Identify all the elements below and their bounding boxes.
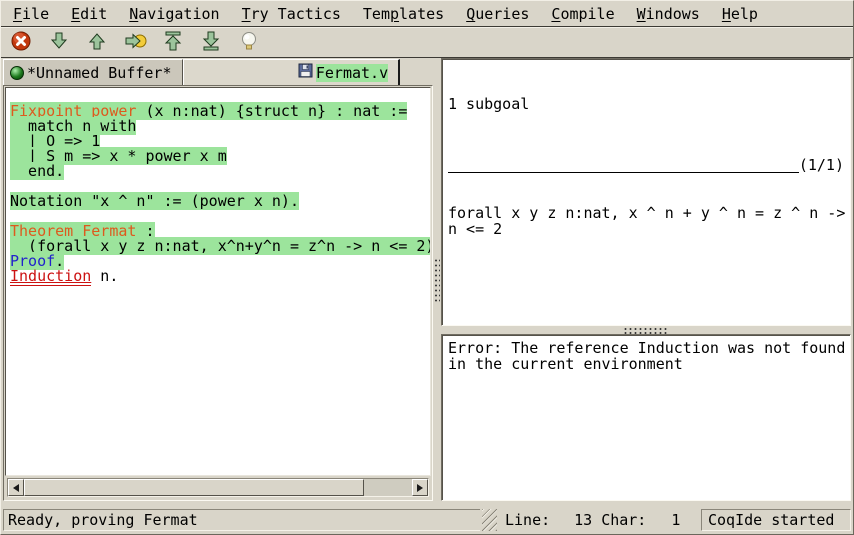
menu-navigation[interactable]: Navigation bbox=[121, 3, 227, 25]
left-arrow-icon bbox=[13, 484, 19, 492]
tab-unnamed-buffer[interactable]: *Unnamed Buffer* bbox=[3, 59, 183, 85]
code-line: | S m => x * power x m bbox=[10, 149, 427, 164]
right-arrow-icon bbox=[417, 484, 423, 492]
step-backward-button[interactable] bbox=[85, 31, 109, 55]
splitter-grip-icon bbox=[434, 258, 440, 302]
menu-compile[interactable]: Compile bbox=[543, 3, 622, 25]
horizontal-splitter[interactable] bbox=[441, 326, 851, 334]
menu-queries[interactable]: Queries bbox=[458, 3, 537, 25]
run-to-start-button[interactable] bbox=[161, 31, 185, 55]
status-bar: Ready, proving Fermat Line: 13 Char: 1 C… bbox=[1, 505, 853, 534]
message-line: Error: The reference Induction was not f… bbox=[448, 340, 844, 356]
buffer-tab-bar: *Unnamed Buffer* Fermat.v bbox=[3, 58, 433, 85]
splitter-grip-icon bbox=[623, 327, 669, 334]
unsaved-sphere-icon bbox=[10, 66, 24, 80]
line-label: Line: bbox=[505, 511, 550, 529]
interrupt-button[interactable] bbox=[9, 31, 33, 55]
proof-pane: 1 subgoal (1/1) forall x y z n:nat, x ^ … bbox=[441, 58, 851, 501]
step-backward-icon bbox=[86, 30, 108, 55]
scroll-left-button[interactable] bbox=[8, 479, 24, 496]
run-to-cursor-button[interactable] bbox=[123, 31, 147, 55]
editor-frame: Fixpoint power (x n:nat) {struct n} : na… bbox=[3, 85, 433, 501]
goal-panel[interactable]: 1 subgoal (1/1) forall x y z n:nat, x ^ … bbox=[441, 58, 851, 326]
resize-grip-icon[interactable] bbox=[482, 509, 497, 531]
menu-bar: File Edit Navigation Try Tactics Templates Qu… bbox=[1, 1, 853, 27]
message-line: in the current environment bbox=[448, 356, 844, 372]
run-to-cursor-icon bbox=[124, 30, 147, 55]
goal-line: n <= 2 bbox=[448, 221, 844, 237]
code-line: Induction n. bbox=[10, 269, 427, 284]
tab-fermat[interactable]: Fermat.v bbox=[183, 59, 401, 85]
main-area: *Unnamed Buffer* Fermat.v Fixpoi bbox=[1, 58, 853, 505]
goal-line: forall x y z n:nat, x ^ n + y ^ n = z ^ … bbox=[448, 205, 844, 221]
char-value: 1 bbox=[646, 511, 680, 529]
coqide-window: File Edit Navigation Try Tactics Templates Qu… bbox=[0, 0, 854, 535]
scroll-right-button[interactable] bbox=[412, 479, 428, 496]
subgoal-count: 1 subgoal bbox=[448, 96, 844, 112]
horizontal-scrollbar[interactable] bbox=[7, 478, 429, 497]
script-pane: *Unnamed Buffer* Fermat.v Fixpoi bbox=[3, 58, 433, 501]
scrollbar-thumb[interactable] bbox=[24, 479, 364, 496]
menu-file[interactable]: File bbox=[5, 3, 57, 25]
menu-templates[interactable]: Templates bbox=[355, 3, 452, 25]
vertical-splitter[interactable] bbox=[433, 58, 441, 501]
goal-divider-line bbox=[448, 159, 799, 173]
tab-unnamed-buffer-label: *Unnamed Buffer* bbox=[27, 64, 172, 82]
status-message: Ready, proving Fermat bbox=[3, 509, 480, 531]
goal-statement: forall x y z n:nat, x ^ n + y ^ n = z ^ … bbox=[448, 205, 844, 237]
coqide-status: CoqIde started bbox=[701, 509, 851, 531]
menu-edit[interactable]: Edit bbox=[63, 3, 115, 25]
messages-panel[interactable]: Error: The reference Induction was not f… bbox=[441, 334, 851, 501]
menu-help[interactable]: Help bbox=[714, 3, 766, 25]
interrupt-icon bbox=[10, 30, 32, 55]
code-line: Notation "x ^ n" := (power x n). bbox=[10, 194, 427, 209]
step-forward-icon bbox=[48, 30, 70, 55]
script-editor[interactable]: Fixpoint power (x n:nat) {struct n} : na… bbox=[5, 87, 431, 476]
char-label: Char: bbox=[601, 511, 646, 529]
tab-fermat-label: Fermat.v bbox=[316, 64, 388, 82]
cursor-position: Line: 13 Char: 1 bbox=[499, 509, 699, 531]
goal-divider: (1/1) bbox=[448, 157, 844, 173]
step-forward-button[interactable] bbox=[47, 31, 71, 55]
menu-windows[interactable]: Windows bbox=[629, 3, 708, 25]
goal-counter: (1/1) bbox=[799, 157, 844, 173]
line-value: 13 bbox=[550, 511, 592, 529]
toolbar bbox=[1, 27, 853, 58]
code-line: (forall x y z n:nat, x^n+y^n = z^n -> n … bbox=[10, 239, 427, 254]
code-line: end. bbox=[10, 164, 427, 179]
menu-try-tactics[interactable]: Try Tactics bbox=[234, 3, 349, 25]
run-to-start-icon bbox=[162, 30, 184, 55]
scrollbar-track[interactable] bbox=[364, 479, 412, 496]
